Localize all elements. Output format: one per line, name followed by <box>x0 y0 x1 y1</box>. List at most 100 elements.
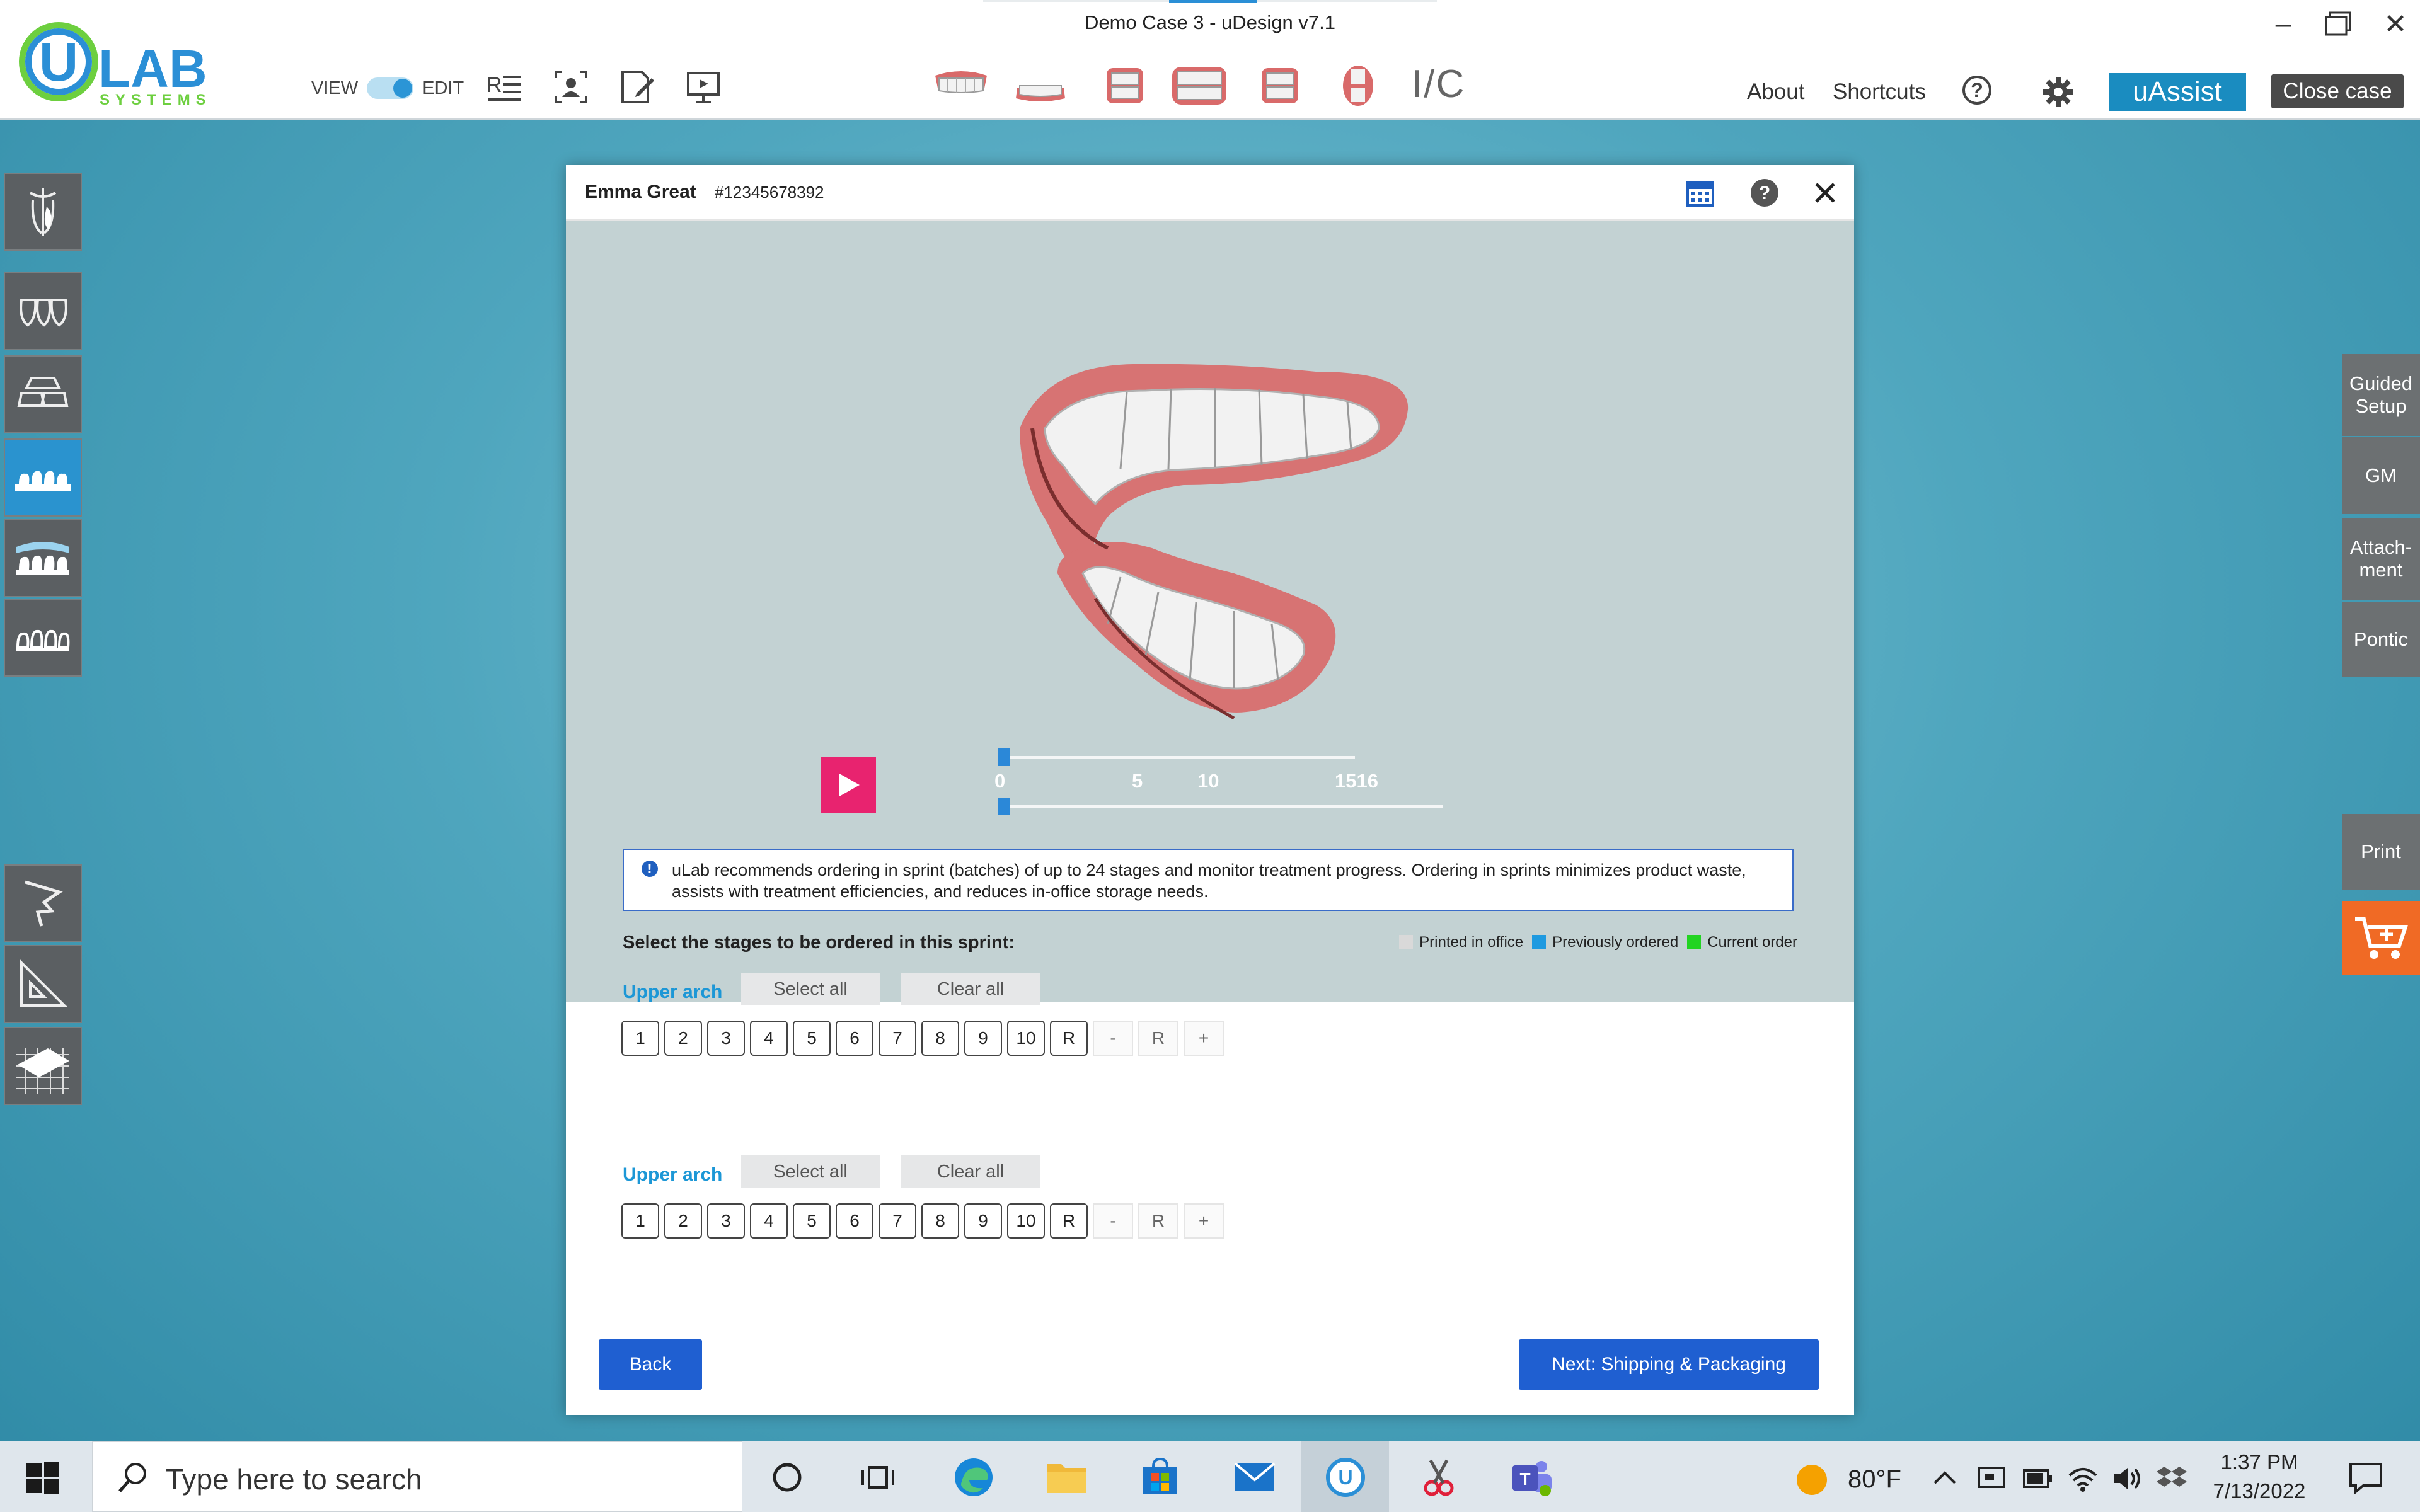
stage-button[interactable]: 10 <box>1007 1021 1045 1056</box>
stage-button[interactable]: 5 <box>793 1203 831 1239</box>
blocks-icon <box>17 377 69 407</box>
pontic-tab[interactable]: Pontic <box>2342 602 2420 677</box>
measure-tool-button[interactable] <box>4 945 82 1023</box>
retainer-toggle-button[interactable]: R <box>1138 1203 1178 1239</box>
ic-toggle[interactable]: I/C <box>1412 62 1465 106</box>
spacing-tool-button[interactable] <box>4 598 82 677</box>
stage-button[interactable]: 2 <box>664 1203 702 1239</box>
edit-notes-icon[interactable] <box>618 68 655 106</box>
staging-tool-button[interactable] <box>4 438 82 517</box>
notification-icon[interactable] <box>2348 1462 2383 1494</box>
cart-button[interactable] <box>2342 901 2420 975</box>
grid-tool-button[interactable] <box>4 1027 82 1105</box>
info-text: uLab recommends ordering in sprint (batc… <box>672 861 1746 901</box>
stage-button[interactable]: 1 <box>621 1203 659 1239</box>
ipr-tool-button[interactable] <box>4 519 82 597</box>
stage-button[interactable]: 5 <box>793 1021 831 1056</box>
stage-button[interactable]: 7 <box>879 1021 916 1056</box>
lower-slider-handle[interactable] <box>998 798 1010 815</box>
teams-icon[interactable]: T <box>1510 1455 1554 1499</box>
back-button[interactable]: Back <box>599 1339 702 1390</box>
guided-setup-tab[interactable]: Guided Setup <box>2342 354 2420 436</box>
file-explorer-icon[interactable] <box>1045 1455 1089 1499</box>
stage-button[interactable]: 10 <box>1007 1203 1045 1239</box>
upper-arch-view-icon[interactable] <box>931 63 991 108</box>
stage-button[interactable]: 3 <box>707 1203 745 1239</box>
task-view-icon[interactable] <box>856 1455 900 1499</box>
stage-button[interactable]: 7 <box>879 1203 916 1239</box>
decrement-button[interactable]: - <box>1093 1021 1133 1056</box>
lower-arch-view-icon[interactable] <box>1011 63 1070 108</box>
presentation-icon[interactable] <box>684 68 722 106</box>
stage-button[interactable]: 6 <box>836 1203 873 1239</box>
windows-start-icon[interactable] <box>25 1460 60 1496</box>
back-view-icon[interactable] <box>1328 63 1388 108</box>
close-window-icon[interactable]: ✕ <box>2373 5 2417 43</box>
calendar-icon[interactable] <box>1685 178 1715 208</box>
stage-button[interactable]: 1 <box>621 1021 659 1056</box>
stage-button[interactable]: 9 <box>964 1021 1002 1056</box>
help-icon[interactable]: ? <box>1962 76 1991 105</box>
maximize-icon[interactable] <box>2317 5 2361 43</box>
taskbar-search[interactable]: Type here to search <box>92 1441 742 1512</box>
decrement-button[interactable]: - <box>1093 1203 1133 1239</box>
retainer-button[interactable]: R <box>1050 1021 1088 1056</box>
about-link[interactable]: About <box>1747 79 1804 105</box>
stage-button[interactable]: 6 <box>836 1021 873 1056</box>
stage-button[interactable]: 2 <box>664 1021 702 1056</box>
gear-icon[interactable] <box>2042 76 2075 108</box>
report-list-icon[interactable]: R <box>485 68 523 106</box>
stage-button[interactable]: 3 <box>707 1021 745 1056</box>
snipping-tool-icon[interactable] <box>1417 1455 1461 1499</box>
microsoft-store-icon[interactable] <box>1138 1455 1182 1499</box>
select-all-button[interactable]: Select all <box>741 973 880 1005</box>
dialog-help-icon[interactable]: ? <box>1749 178 1780 208</box>
edge-icon[interactable] <box>952 1455 996 1499</box>
toggle-switch[interactable] <box>367 77 414 99</box>
uassist-button[interactable]: uAssist <box>2109 73 2246 111</box>
gm-tab[interactable]: GM <box>2342 437 2420 514</box>
minimize-icon[interactable]: – <box>2261 5 2305 43</box>
stage-slider[interactable]: 0 5 10 1516 <box>994 748 1448 815</box>
mail-icon[interactable] <box>1233 1455 1277 1499</box>
close-case-button[interactable]: Close case <box>2271 74 2404 108</box>
select-all-button[interactable]: Select all <box>741 1155 880 1188</box>
stage-button[interactable]: 4 <box>750 1021 788 1056</box>
left-view-icon[interactable] <box>1250 63 1310 108</box>
next-shipping-button[interactable]: Next: Shipping & Packaging <box>1519 1339 1819 1390</box>
clear-all-button[interactable]: Clear all <box>901 1155 1040 1188</box>
clear-all-button[interactable]: Clear all <box>901 973 1040 1005</box>
wifi-icon[interactable] <box>2067 1464 2099 1493</box>
stage-button[interactable]: 8 <box>921 1021 959 1056</box>
system-clock[interactable]: 1:37 PM 7/13/2022 <box>2206 1448 2313 1506</box>
battery-icon[interactable] <box>2023 1468 2053 1489</box>
network-drive-icon[interactable] <box>1976 1464 2007 1492</box>
patient-photo-icon[interactable] <box>552 68 590 106</box>
shortcuts-link[interactable]: Shortcuts <box>1833 79 1926 105</box>
chevron-up-icon[interactable] <box>1932 1469 1957 1486</box>
retainer-button[interactable]: R <box>1050 1203 1088 1239</box>
increment-button[interactable]: + <box>1184 1021 1224 1056</box>
stage-button[interactable]: 9 <box>964 1203 1002 1239</box>
cortana-icon[interactable] <box>765 1455 809 1499</box>
front-view-icon[interactable] <box>1170 63 1229 108</box>
print-tab[interactable]: Print <box>2342 814 2420 890</box>
tooth-shape-tool-button[interactable] <box>4 272 82 350</box>
retainer-toggle-button[interactable]: R <box>1138 1021 1178 1056</box>
attachment-tab[interactable]: Attach- ment <box>2342 518 2420 600</box>
view-edit-toggle[interactable]: VIEW EDIT <box>311 76 464 101</box>
profile-tool-button[interactable] <box>4 864 82 942</box>
increment-button[interactable]: + <box>1184 1203 1224 1239</box>
right-view-icon[interactable] <box>1095 63 1155 108</box>
volume-icon[interactable] <box>2111 1464 2143 1493</box>
bracket-tool-button[interactable] <box>4 355 82 433</box>
upper-slider-handle[interactable] <box>998 748 1010 766</box>
weather-temp[interactable]: 80°F <box>1848 1465 1901 1494</box>
trimming-tool-button[interactable] <box>4 173 82 251</box>
dialog-close-icon[interactable] <box>1810 178 1840 208</box>
stage-button[interactable]: 8 <box>921 1203 959 1239</box>
dropbox-icon[interactable] <box>2155 1464 2188 1493</box>
play-button[interactable] <box>821 757 876 813</box>
stage-button[interactable]: 4 <box>750 1203 788 1239</box>
udesign-app-icon[interactable]: U <box>1323 1455 1368 1499</box>
